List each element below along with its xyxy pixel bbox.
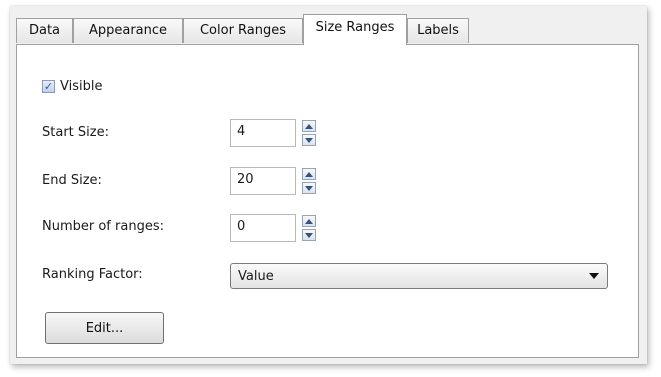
number-of-ranges-increment-button[interactable] [302,215,316,227]
end-size-stepper[interactable] [302,168,316,194]
ranking-factor-label: Ranking Factor: [42,267,143,282]
ranking-factor-value: Value [238,268,274,284]
start-size-stepper[interactable] [302,120,316,146]
number-of-ranges-decrement-button[interactable] [302,229,316,241]
size-ranges-panel: ✓ Visible Start Size: 4 End Size: 20 Num… [16,44,639,358]
chevron-down-icon [589,273,599,279]
end-size-input[interactable]: 20 [230,167,296,195]
end-size-increment-button[interactable] [302,168,316,180]
number-of-ranges-input[interactable]: 0 [230,214,296,242]
arrow-up-icon [305,171,313,177]
arrow-up-icon [305,218,313,224]
visible-checkbox[interactable]: ✓ [42,79,55,93]
number-of-ranges-stepper[interactable] [302,215,316,241]
tab-color-ranges[interactable]: Color Ranges [183,18,303,43]
visible-label: Visible [60,78,103,94]
tab-data[interactable]: Data [16,18,73,43]
arrow-down-icon [305,185,313,191]
tab-size-ranges[interactable]: Size Ranges [303,14,407,45]
start-size-input[interactable]: 4 [230,119,296,147]
end-size-decrement-button[interactable] [302,182,316,194]
end-size-label: End Size: [42,173,102,188]
visible-checkbox-row[interactable]: ✓ Visible [42,77,102,95]
start-size-decrement-button[interactable] [302,134,316,146]
arrow-down-icon [305,232,313,238]
start-size-label: Start Size: [42,125,109,140]
start-size-increment-button[interactable] [302,120,316,132]
arrow-down-icon [305,137,313,143]
properties-window: Data Appearance Color Ranges Size Ranges… [10,6,647,364]
tab-labels[interactable]: Labels [407,18,469,43]
number-of-ranges-label: Number of ranges: [42,219,164,234]
ranking-factor-select[interactable]: Value [230,263,608,289]
arrow-up-icon [305,123,313,129]
tab-appearance[interactable]: Appearance [73,18,183,43]
edit-button[interactable]: Edit... [45,312,164,344]
